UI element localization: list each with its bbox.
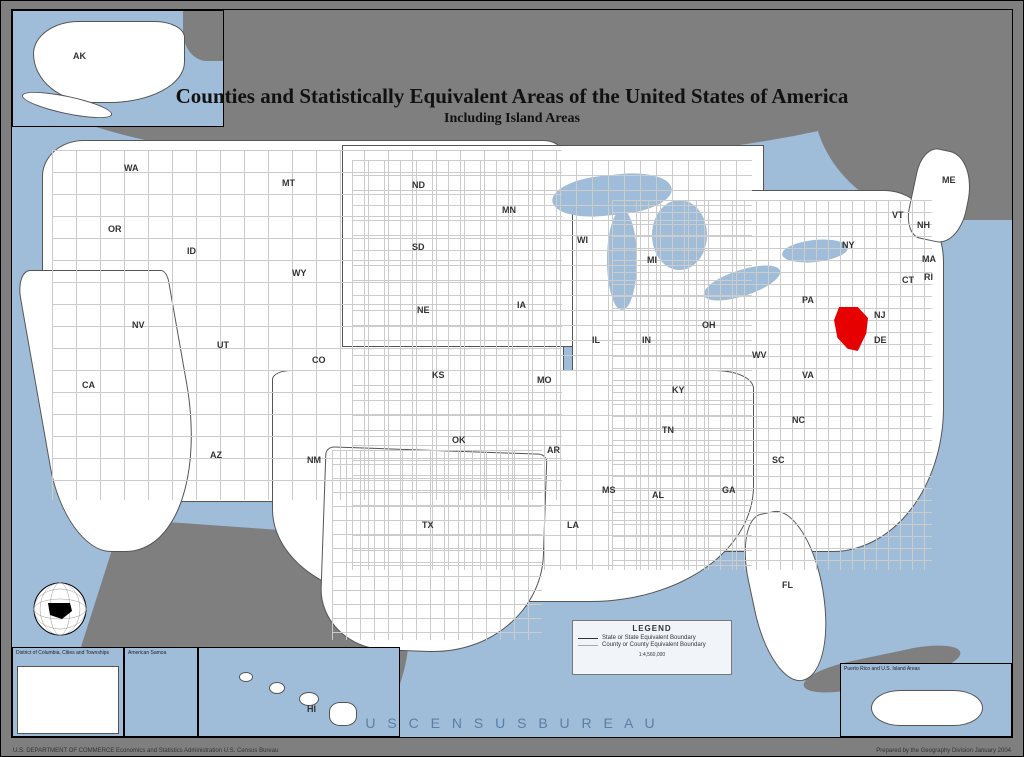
inset-dc: District of Columbia, Cities and Townshi… [12,647,124,737]
legend-county-line-label: County or County Equivalent Boundary [602,642,706,648]
footer-left: U.S. DEPARTMENT OF COMMERCE Economics an… [13,748,278,754]
inset-samoa-label: American Samoa [128,650,166,656]
lake-huron [652,200,707,270]
map-legend: LEGEND State or State Equivalent Boundar… [572,620,732,675]
lake-michigan [607,210,637,310]
legend-title: LEGEND [578,624,726,633]
legend-state-line-icon [578,638,598,639]
inset-pr-label: Puerto Rico and U.S. Island Areas [844,666,920,672]
map-frame: WAORCANVIDMTWYUTCOAZNMNDSDNEKSOKTXMNIAMO… [0,0,1024,757]
footer-right: Prepared by the Geography Division Janua… [876,748,1011,754]
census-branding: U S C E N S U S B U R E A U [365,715,658,731]
inset-american-samoa: American Samoa [124,647,198,737]
inset-dc-label: District of Columbia, Cities and Townshi… [16,650,109,656]
globe-locator-icon [32,581,88,637]
usa-land-texas [319,446,548,656]
map-canvas[interactable]: WAORCANVIDMTWYUTCOAZNMNDSDNEKSOKTXMNIAMO… [11,9,1013,738]
legend-state-line-label: State or State Equivalent Boundary [602,635,696,641]
legend-scale: 1:4,560,000 [578,652,726,658]
inset-puerto-rico: Puerto Rico and U.S. Island Areas [840,663,1012,737]
inset-alaska: AK [12,10,224,127]
map-footer: U.S. DEPARTMENT OF COMMERCE Economics an… [13,748,1011,754]
legend-county-line-icon [578,645,598,646]
